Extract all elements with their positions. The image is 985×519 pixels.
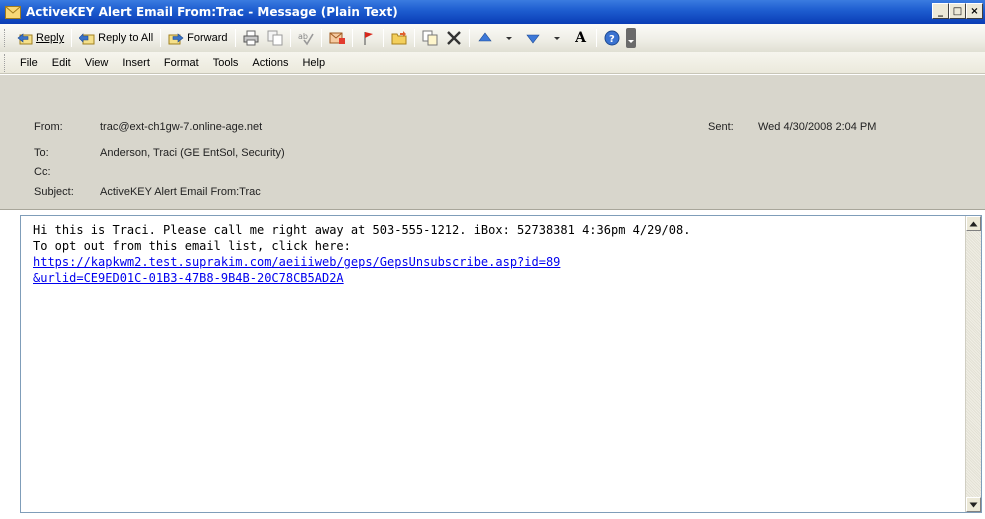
reply-label: Reply [36, 32, 65, 44]
menu-format[interactable]: Format [157, 57, 206, 69]
scroll-up-arrow-icon [969, 221, 978, 226]
title-bar: ActiveKEY Alert Email From:Trac - Messag… [0, 0, 985, 24]
previous-item-button[interactable] [475, 27, 495, 49]
sent-value: Wed 4/30/2008 2:04 PM [758, 121, 877, 133]
body-line: Hi this is Traci. Please call me right a… [33, 223, 691, 237]
standard-toolbar: Reply Reply to All Forward ab A ? [0, 24, 985, 52]
subject-label: Subject: [34, 186, 74, 198]
menu-bar: File Edit View Insert Format Tools Actio… [0, 52, 985, 74]
svg-text:?: ? [609, 34, 615, 45]
menu-actions[interactable]: Actions [245, 57, 295, 69]
toolbar-separator [160, 29, 162, 47]
menu-insert[interactable]: Insert [115, 57, 157, 69]
minimize-button[interactable]: _ [932, 3, 949, 19]
print-button[interactable] [241, 27, 261, 49]
move-to-folder-button[interactable] [389, 27, 409, 49]
toolbar-separator [351, 29, 353, 47]
maximize-button[interactable]: □ [949, 3, 966, 19]
help-button[interactable]: ? [602, 27, 622, 49]
dropdown-arrow-icon [505, 37, 512, 40]
sent-label: Sent: [708, 121, 734, 133]
envelope-icon [5, 5, 21, 19]
next-item-button[interactable] [523, 27, 543, 49]
scroll-down-arrow-icon [969, 502, 978, 507]
follow-up-button[interactable] [358, 27, 378, 49]
copy-icon [267, 30, 282, 46]
from-value[interactable]: trac@ext-ch1gw-7.online-age.net [100, 121, 262, 133]
body-line: To opt out from this email list, click h… [33, 239, 351, 253]
next-dropdown[interactable] [547, 27, 567, 49]
font-size-button[interactable]: A [571, 27, 591, 49]
toolbar-separator [413, 29, 415, 47]
red-flag-icon [363, 32, 373, 45]
cc-label: Cc: [34, 166, 51, 178]
message-body[interactable]: Hi this is Traci. Please call me right a… [20, 215, 982, 513]
move-button[interactable] [420, 27, 440, 49]
menu-file[interactable]: File [13, 57, 45, 69]
message-header: From: trac@ext-ch1gw-7.online-age.net Se… [0, 75, 985, 210]
scroll-up-button[interactable] [966, 216, 981, 231]
unsubscribe-link-continued[interactable]: &urlid=CE9ED01C-01B3-47B8-9B4B-20C78CB5A… [33, 270, 963, 286]
toolbar-separator [595, 29, 597, 47]
help-icon: ? [604, 30, 619, 46]
reply-all-button[interactable]: Reply to All [75, 27, 157, 49]
printer-icon [243, 30, 258, 46]
toolbar-separator [71, 29, 73, 47]
forward-button[interactable]: Forward [164, 27, 231, 49]
unsubscribe-link[interactable]: https://kapkwm2.test.suprakim.com/aeiiiw… [33, 254, 963, 270]
forward-icon [168, 33, 184, 45]
reply-button[interactable]: Reply [13, 27, 68, 49]
vertical-scrollbar[interactable] [965, 216, 981, 512]
spelling-button[interactable]: ab [296, 27, 316, 49]
reply-all-icon [79, 33, 95, 45]
chevron-down-icon [627, 40, 634, 43]
toolbar-options-button[interactable] [625, 28, 636, 48]
to-value[interactable]: Anderson, Traci (GE EntSol, Security) [100, 147, 285, 159]
to-label: To: [34, 147, 49, 159]
menu-tools[interactable]: Tools [206, 57, 246, 69]
message-text: Hi this is Traci. Please call me right a… [33, 222, 963, 286]
menu-edit[interactable]: Edit [45, 57, 78, 69]
toolbar-separator [234, 29, 236, 47]
copy-button[interactable] [265, 27, 285, 49]
reply-icon [17, 33, 33, 45]
forward-label: Forward [187, 32, 228, 44]
menu-view[interactable]: View [78, 57, 116, 69]
window-title: ActiveKEY Alert Email From:Trac - Messag… [26, 5, 398, 19]
spelling-check-icon: ab [298, 32, 314, 46]
svg-text:ab: ab [298, 32, 308, 41]
toolbar-separator [382, 29, 384, 47]
subject-value: ActiveKEY Alert Email From:Trac [100, 186, 261, 198]
delete-button[interactable] [444, 27, 464, 49]
folder-icon [391, 31, 406, 45]
font-size-icon: A [575, 30, 586, 46]
previous-dropdown[interactable] [499, 27, 519, 49]
dropdown-arrow-icon [553, 37, 560, 40]
flag-message-button[interactable] [327, 27, 347, 49]
from-label: From: [34, 121, 63, 133]
scroll-down-button[interactable] [966, 497, 981, 512]
move-document-icon [422, 30, 437, 46]
mail-flag-icon [329, 32, 345, 44]
toolbar-separator [289, 29, 291, 47]
down-arrow-icon [525, 34, 540, 44]
toolbar-separator [320, 29, 322, 47]
close-button[interactable]: × [966, 3, 983, 19]
toolbar-grip[interactable] [4, 29, 7, 47]
toolbar-separator [468, 29, 470, 47]
menu-grip[interactable] [4, 53, 7, 72]
delete-x-icon [446, 31, 461, 45]
up-arrow-icon [477, 32, 492, 42]
menu-help[interactable]: Help [295, 57, 332, 69]
reply-all-label: Reply to All [98, 32, 154, 44]
